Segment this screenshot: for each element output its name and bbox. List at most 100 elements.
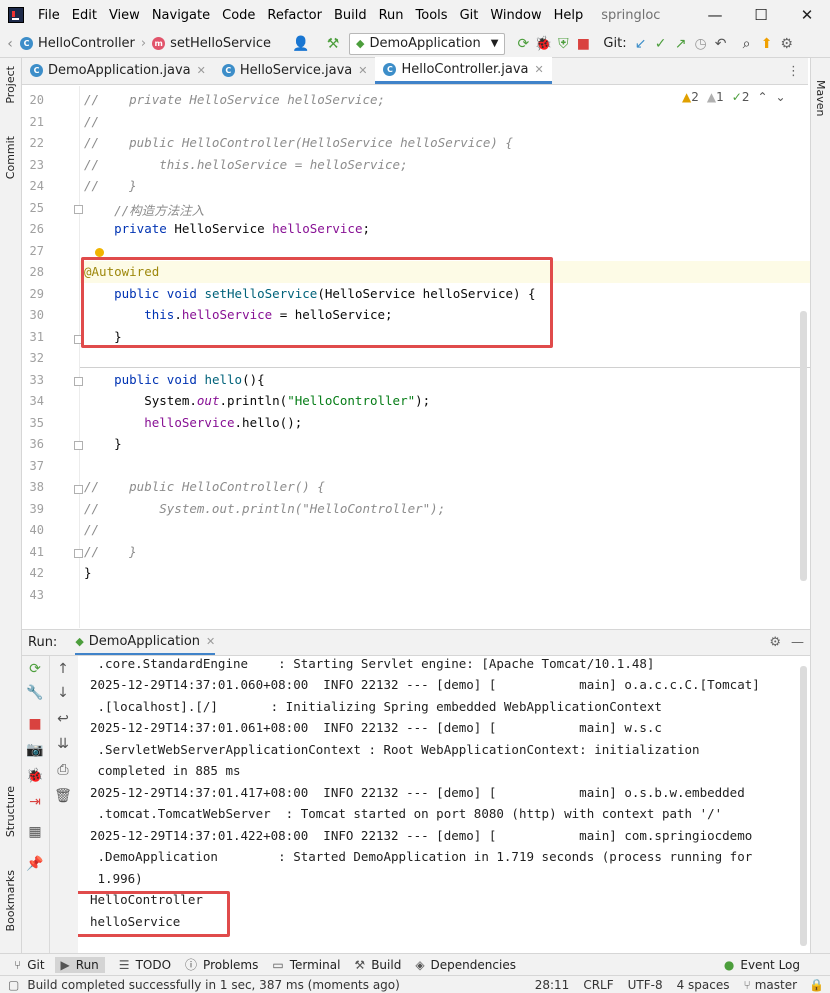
breadcrumb-method[interactable]: m setHelloService <box>152 36 271 51</box>
fold-marker-icon[interactable] <box>74 441 83 450</box>
indent-setting[interactable]: 4 spaces <box>677 978 730 992</box>
weak-warning-count[interactable]: ▲1 <box>707 90 724 104</box>
tab-label: DemoApplication.java <box>48 63 191 78</box>
tab-hello-controller[interactable]: C HelloController.java ✕ <box>375 57 552 84</box>
chevron-up-icon[interactable]: ⌃ <box>757 90 767 104</box>
fold-marker-icon[interactable] <box>74 205 83 214</box>
git-commit-icon[interactable]: ✓ <box>651 34 671 54</box>
tab-demo-application[interactable]: C DemoApplication.java ✕ <box>22 57 214 84</box>
chevron-down-icon[interactable]: ⌄ <box>776 90 786 104</box>
line-number: 26 <box>29 222 44 236</box>
git-update-icon[interactable]: ↙ <box>631 34 651 54</box>
maven-tool-button[interactable]: Maven <box>814 80 827 116</box>
updates-icon[interactable]: ⬆ <box>757 34 777 54</box>
menu-refactor[interactable]: Refactor <box>267 8 322 23</box>
camera-icon[interactable]: 📷 <box>25 740 45 760</box>
problems-tool-button[interactable]: ⓘ Problems <box>185 956 258 973</box>
close-icon[interactable]: ✕ <box>535 63 544 76</box>
user-icon[interactable]: 👤 <box>291 34 311 54</box>
more-options-icon[interactable]: ⋮ <box>787 64 800 79</box>
hide-panel-icon[interactable]: — <box>791 635 804 650</box>
rerun-icon[interactable]: ⟳ <box>513 34 533 54</box>
menu-navigate[interactable]: Navigate <box>152 8 210 23</box>
inspection-widget[interactable]: ▲2 ▲1 ✓2 ⌃ ⌄ <box>682 90 786 104</box>
menu-window[interactable]: Window <box>490 8 541 23</box>
line-number: 27 <box>29 244 44 258</box>
menu-tools[interactable]: Tools <box>416 8 448 23</box>
ok-count[interactable]: ✓2 <box>732 90 750 104</box>
breadcrumb-class[interactable]: C HelloController <box>20 36 135 51</box>
run-tab-demo-application[interactable]: ◆ DemoApplication ✕ <box>75 630 216 655</box>
menu-view[interactable]: View <box>109 8 140 23</box>
console-scrollbar[interactable] <box>800 666 807 946</box>
git-push-icon[interactable]: ↗ <box>671 34 691 54</box>
close-window-button[interactable]: ✕ <box>784 0 830 30</box>
exit-icon[interactable]: ⇥ <box>25 792 45 812</box>
arrow-down-icon[interactable]: ↓ <box>53 683 73 703</box>
close-icon[interactable]: ✕ <box>206 635 215 648</box>
history-icon[interactable]: ◷ <box>691 34 711 54</box>
bookmarks-tool-button[interactable]: Bookmarks <box>4 870 17 931</box>
lock-icon[interactable]: 🔒 <box>809 978 824 992</box>
soft-wrap-icon[interactable]: ↩ <box>53 709 73 729</box>
settings-icon[interactable]: ⚙ <box>777 34 797 54</box>
rollback-icon[interactable]: ↶ <box>711 34 731 54</box>
menu-file[interactable]: File <box>38 8 60 23</box>
terminal-tool-button[interactable]: ▭ Terminal <box>272 958 340 972</box>
window-icon[interactable]: ▢ <box>8 978 19 992</box>
todo-tool-button[interactable]: ☰ TODO <box>119 958 171 972</box>
debug-icon[interactable]: 🐞 <box>25 766 45 786</box>
close-icon[interactable]: ✕ <box>358 64 367 77</box>
git-branch[interactable]: ⑂ master <box>744 978 798 992</box>
fold-marker-icon[interactable] <box>74 485 83 494</box>
menu-code[interactable]: Code <box>222 8 255 23</box>
close-icon[interactable]: ✕ <box>197 64 206 77</box>
status-message[interactable]: Build completed successfully in 1 sec, 3… <box>27 978 399 992</box>
minimize-button[interactable]: — <box>692 0 738 30</box>
commit-tool-button[interactable]: Commit <box>4 136 17 179</box>
warning-count[interactable]: ▲2 <box>682 90 699 104</box>
project-tool-button[interactable]: Project <box>4 66 17 104</box>
fold-marker-icon[interactable] <box>74 549 83 558</box>
tab-hello-service[interactable]: C HelloService.java ✕ <box>214 57 376 84</box>
line-number: 42 <box>29 566 44 580</box>
stop-icon[interactable]: ■ <box>573 34 593 54</box>
run-tool-button[interactable]: ▶ Run <box>54 956 105 973</box>
console-output[interactable]: .core.StandardEngine : Starting Servlet … <box>78 656 810 953</box>
trash-icon[interactable]: 🗑 <box>53 786 73 806</box>
print-icon[interactable]: ⎙ <box>53 760 73 780</box>
chevron-left-icon[interactable]: ‹ <box>0 34 20 54</box>
file-encoding[interactable]: UTF-8 <box>628 978 663 992</box>
menu-run[interactable]: Run <box>379 8 404 23</box>
caret-position[interactable]: 28:11 <box>535 978 570 992</box>
git-tool-button[interactable]: ⑂ Git <box>14 958 45 972</box>
coverage-icon[interactable]: ⛨ <box>553 34 573 54</box>
hammer-icon[interactable]: ⚒ <box>323 34 343 54</box>
structure-tool-button[interactable]: Structure <box>4 786 17 837</box>
fold-marker-icon[interactable] <box>74 377 83 386</box>
pin-icon[interactable]: 📌 <box>25 854 45 874</box>
editor-scrollbar[interactable] <box>800 311 807 581</box>
scroll-to-end-icon[interactable]: ⇊ <box>53 734 73 754</box>
menu-git[interactable]: Git <box>460 8 479 23</box>
run-configuration-dropdown[interactable]: ◆ DemoApplication ▼ <box>348 32 506 55</box>
menu-help[interactable]: Help <box>554 8 584 23</box>
maximize-button[interactable]: ☐ <box>738 0 784 30</box>
event-log-button[interactable]: ● Event Log <box>724 958 800 972</box>
gear-icon[interactable]: ⚙ <box>769 635 781 650</box>
menu-edit[interactable]: Edit <box>72 8 97 23</box>
build-tool-button[interactable]: ⚒ Build <box>354 958 401 972</box>
layout-icon[interactable]: ▦ <box>25 822 45 842</box>
arrow-up-icon[interactable]: ↑ <box>53 659 73 679</box>
debug-icon[interactable]: 🐞 <box>533 34 553 54</box>
stop-icon[interactable]: ■ <box>25 714 45 734</box>
dependencies-tool-button[interactable]: ◈ Dependencies <box>415 958 516 972</box>
line-separator[interactable]: CRLF <box>583 978 613 992</box>
search-icon[interactable]: ⌕ <box>737 34 757 54</box>
rerun-icon[interactable]: ⟳ <box>25 659 45 679</box>
wrench-icon[interactable]: 🔧 <box>25 683 45 703</box>
lightbulb-icon[interactable] <box>95 248 104 257</box>
line-number: 32 <box>29 351 44 365</box>
code-editor[interactable]: 20 21 22 23 24 25 26 27 28 29 30 31 32 3… <box>22 86 810 628</box>
menu-build[interactable]: Build <box>334 8 367 23</box>
